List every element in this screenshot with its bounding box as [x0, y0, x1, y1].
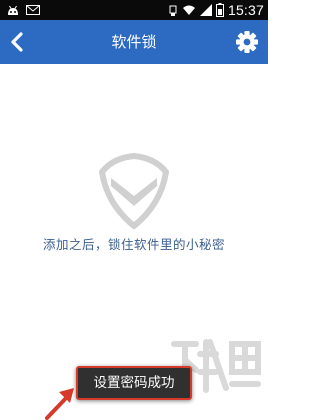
usb-icon — [169, 5, 177, 16]
wifi-icon — [182, 5, 195, 15]
mail-icon — [26, 5, 40, 15]
status-notifications — [6, 3, 40, 17]
status-indicators: 15:37 — [168, 0, 264, 20]
battery-icon — [215, 3, 224, 17]
status-clock: 15:37 — [227, 2, 264, 18]
arrow-icon — [45, 388, 74, 420]
signal-icon — [199, 4, 212, 16]
android-icon — [8, 5, 18, 15]
shield-icon — [99, 153, 169, 229]
gear-icon — [236, 31, 258, 53]
page-title: 软件锁 — [111, 33, 157, 51]
empty-state-hint: 添加之后，锁住软件里的小秘密 — [42, 237, 225, 252]
toast-message: 设置密码成功 — [76, 366, 192, 400]
title-bar: 软件锁 — [0, 20, 268, 64]
status-bar: 15:37 — [0, 0, 268, 20]
settings-button[interactable] — [234, 29, 260, 55]
